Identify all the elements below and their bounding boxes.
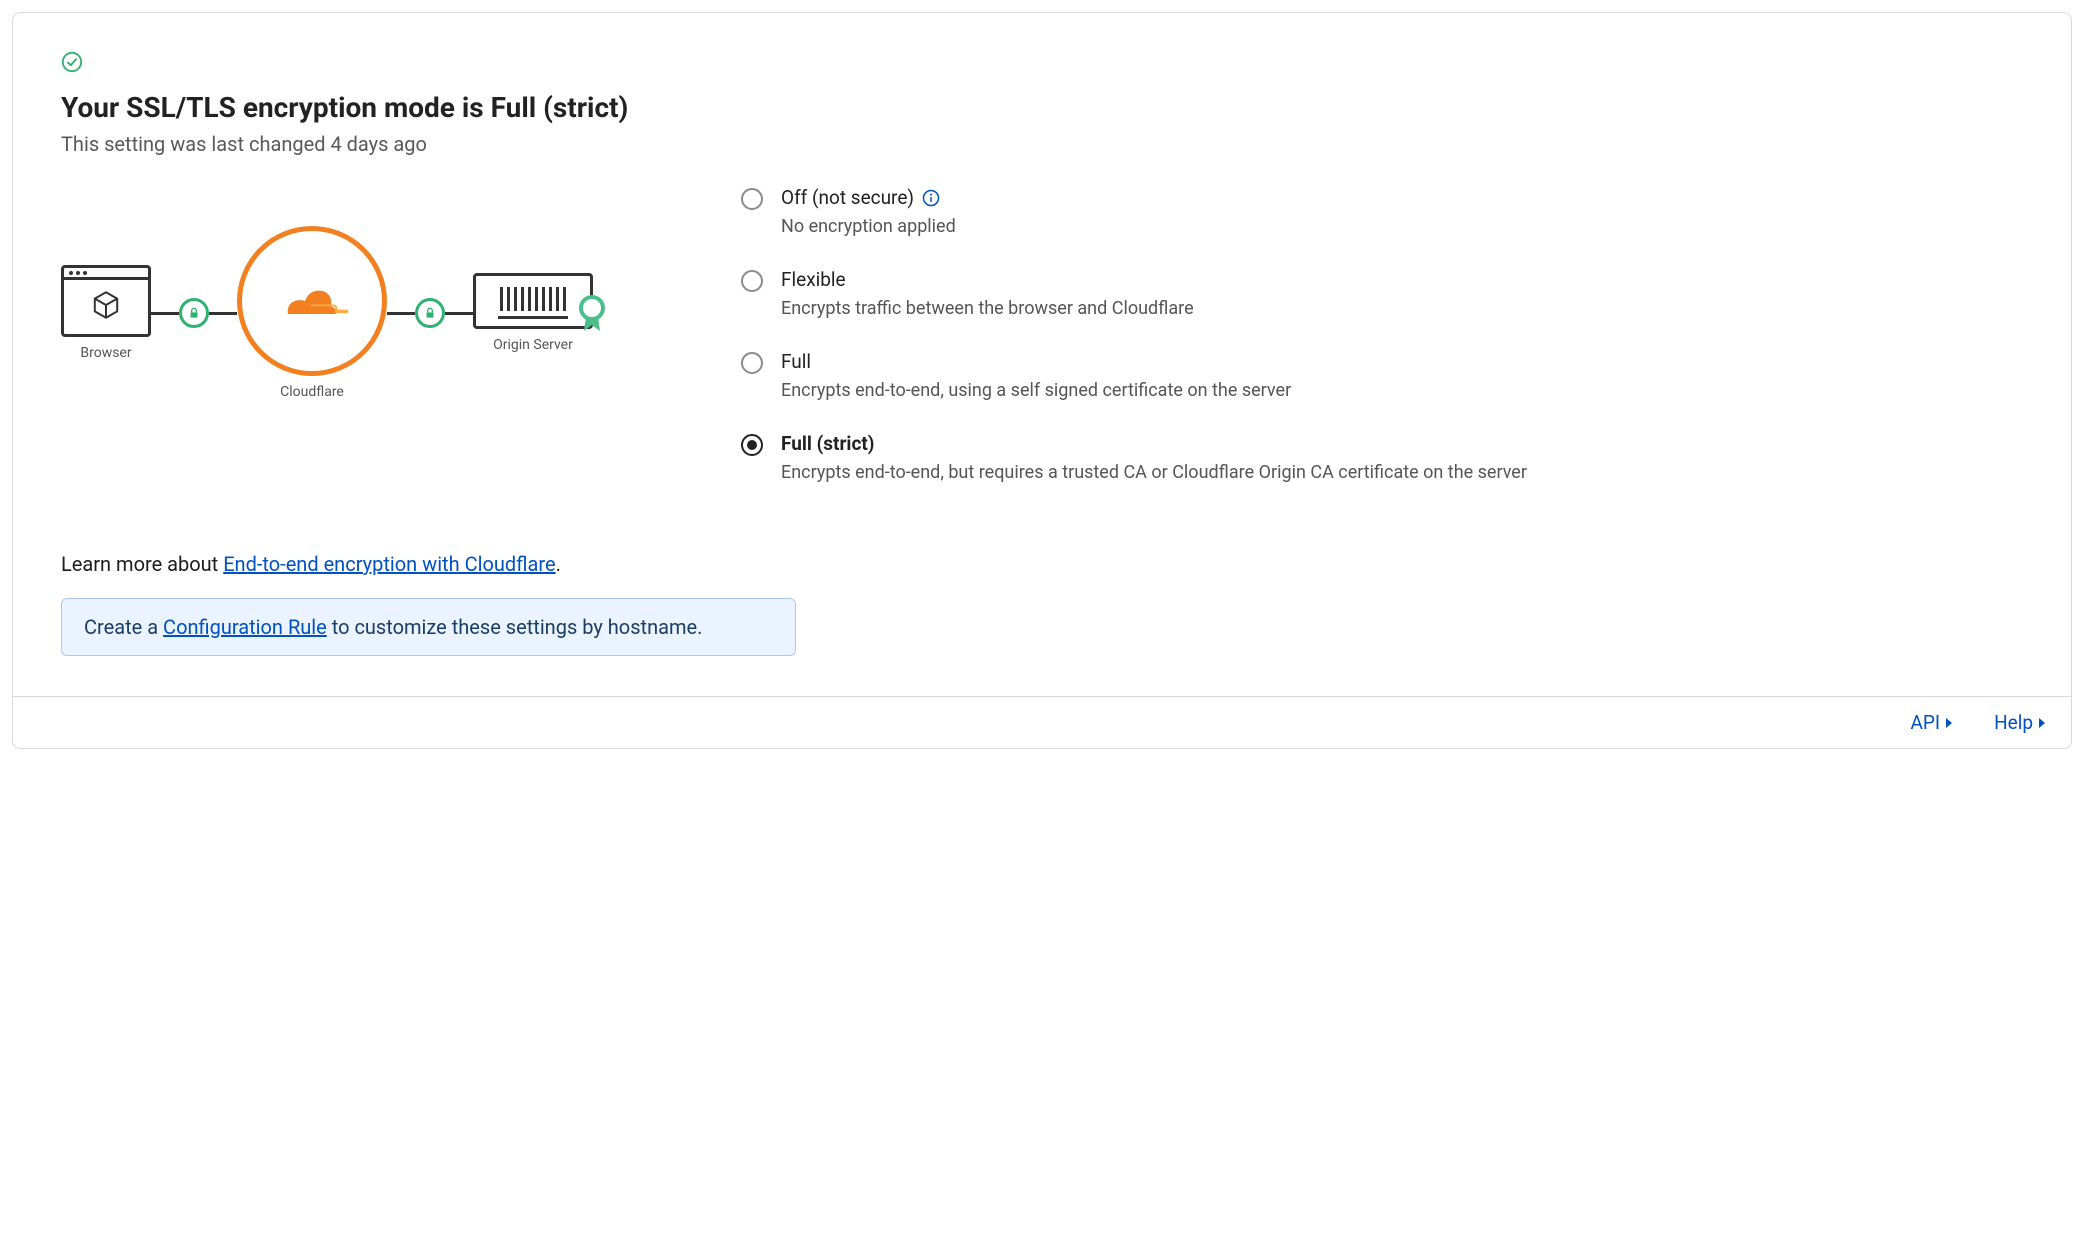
option-full-desc: Encrypts end-to-end, using a self signed… [781,377,1291,404]
server-icon [473,273,593,329]
option-full: Full Encrypts end-to-end, using a self s… [741,350,2023,404]
configuration-rule-link[interactable]: Configuration Rule [163,615,327,639]
connector-cf-origin [387,298,473,328]
chevron-right-icon [2037,717,2047,729]
diagram-cloudflare-node: Cloudflare [237,226,387,400]
radio-flexible[interactable] [741,270,763,292]
lock-icon [415,298,445,328]
radio-full[interactable] [741,352,763,374]
configuration-rule-banner: Create a Configuration Rule to customize… [61,598,796,656]
option-off: Off (not secure) No encryption applied [741,186,2023,240]
diagram-browser-node: Browser [61,265,151,361]
ssl-tls-card: Your SSL/TLS encryption mode is Full (st… [12,12,2072,749]
option-off-title: Off (not secure) [781,186,956,209]
info-icon[interactable] [922,189,940,207]
option-flexible: Flexible Encrypts traffic between the br… [741,268,2023,322]
option-full-title: Full [781,350,1291,373]
card-footer: API Help [13,696,2071,748]
chevron-right-icon [1944,717,1954,729]
lock-icon [179,298,209,328]
page-title: Your SSL/TLS encryption mode is Full (st… [61,91,2023,124]
cloudflare-logo-icon [237,226,387,376]
option-full-strict-title: Full (strict) [781,432,1527,455]
diagram-origin-label: Origin Server [473,337,593,353]
encryption-mode-options: Off (not secure) No encryption applied F… [741,186,2023,514]
option-off-desc: No encryption applied [781,213,956,240]
last-changed-text: This setting was last changed 4 days ago [61,132,2023,156]
radio-off[interactable] [741,188,763,210]
diagram-cloudflare-label: Cloudflare [237,384,387,400]
diagram-browser-label: Browser [61,345,151,361]
learn-more-text: Learn more about End-to-end encryption w… [61,552,2023,576]
cube-icon [90,289,122,321]
diagram-origin-node: Origin Server [473,273,593,353]
option-full-strict: Full (strict) Encrypts end-to-end, but r… [741,432,2023,486]
browser-icon [61,265,151,337]
connector-browser-cf [151,298,237,328]
learn-more-link[interactable]: End-to-end encryption with Cloudflare [223,552,555,576]
radio-full-strict[interactable] [741,434,763,456]
encryption-diagram: Browser [61,186,701,400]
checkmark-circle-icon [61,51,2023,77]
option-flexible-title: Flexible [781,268,1194,291]
help-link[interactable]: Help [1994,711,2047,734]
option-full-strict-desc: Encrypts end-to-end, but requires a trus… [781,459,1527,486]
card-body: Your SSL/TLS encryption mode is Full (st… [13,13,2071,696]
option-flexible-desc: Encrypts traffic between the browser and… [781,295,1194,322]
certificate-badge-icon [577,295,607,337]
api-link[interactable]: API [1911,711,1955,734]
